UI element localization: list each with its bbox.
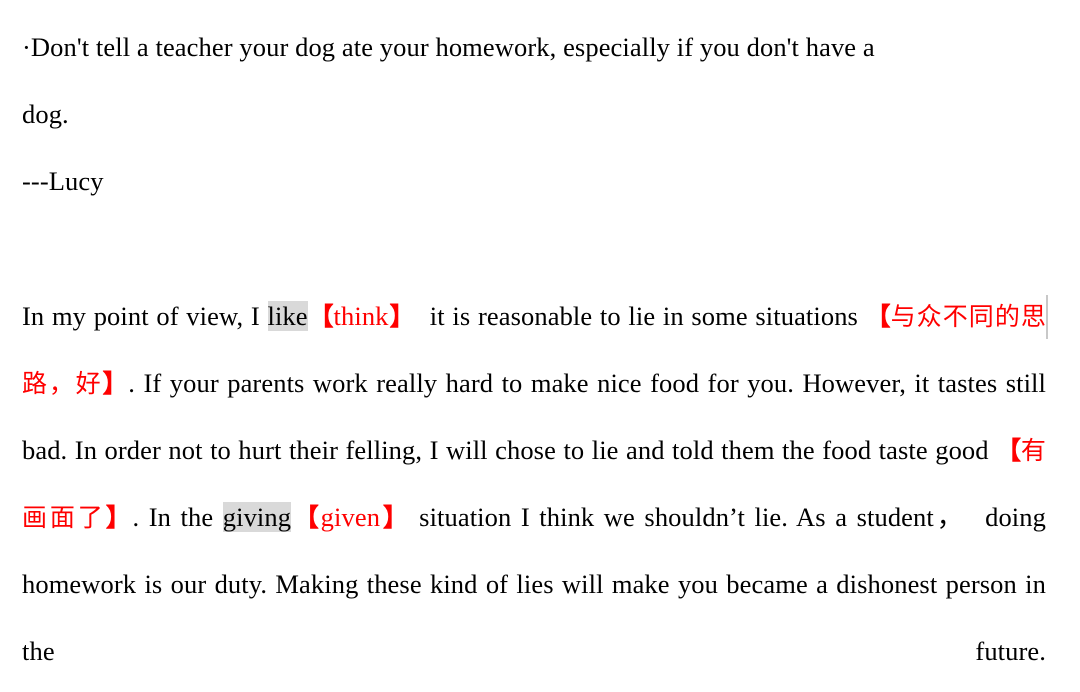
quotation-block: ·Don't tell a teacher your dog ate your … — [22, 0, 1046, 215]
essay-segment-3: . If your parents work really hard to ma… — [22, 368, 1053, 465]
correction-text-given: given — [320, 502, 381, 532]
comment-bracket-open-2: 【 — [996, 436, 1022, 465]
comment-bracket-close-1: 】 — [102, 369, 130, 398]
essay-text-flow: In my point of view, I like【think】 it is… — [22, 283, 1046, 685]
essay-segment-4: . In the — [132, 502, 223, 532]
quote-line-2: dog. — [22, 99, 69, 129]
highlighted-error-like: like — [267, 301, 308, 331]
essay-paragraph: In my point of view, I like【think】 it is… — [22, 283, 1048, 685]
essay-segment-5: situation I think we shouldn’t lie. As a… — [409, 502, 967, 532]
highlighted-error-giving: giving — [222, 502, 292, 532]
comment-bracket-close-2: 】 — [105, 503, 134, 532]
correction-bracket-close-1: 】 — [388, 302, 416, 331]
correction-bracket-open-2: 【 — [291, 503, 322, 532]
correction-text-think: think — [333, 301, 389, 331]
essay-segment-2: it is reasonable to lie in some situatio… — [414, 301, 866, 331]
quote-attribution: ---Lucy — [22, 166, 104, 196]
correction-bracket-open-1: 【 — [307, 302, 335, 331]
document-page: ·Don't tell a teacher your dog ate your … — [0, 0, 1080, 692]
correction-bracket-close-2: 】 — [380, 503, 411, 532]
text-caret — [1046, 295, 1048, 339]
essay-segment-1: In my point of view, I — [22, 301, 268, 331]
comment-bracket-open-1: 【 — [865, 302, 892, 331]
quote-line-1: ·Don't tell a teacher your dog ate your … — [22, 32, 875, 62]
